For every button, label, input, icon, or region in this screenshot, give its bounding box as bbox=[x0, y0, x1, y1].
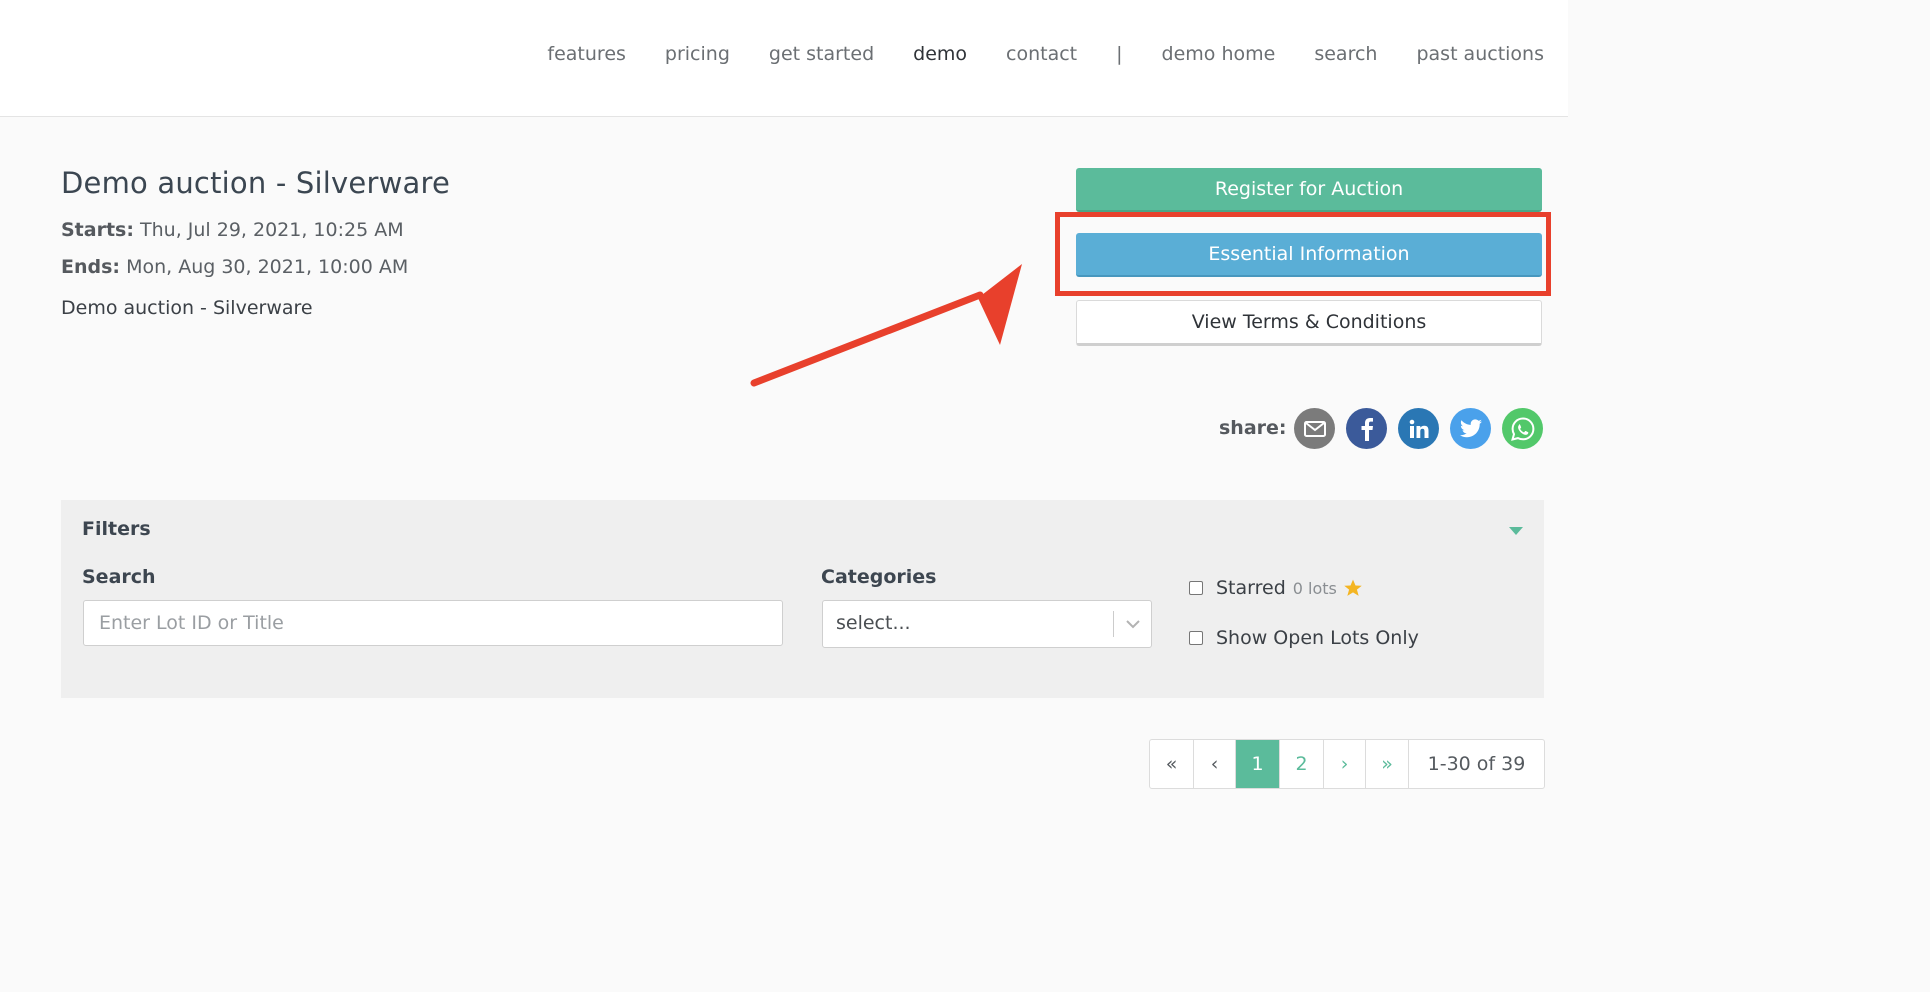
select-divider bbox=[1113, 611, 1114, 637]
ends-label: Ends: bbox=[61, 256, 121, 278]
whatsapp-icon[interactable] bbox=[1502, 408, 1543, 449]
linkedin-icon[interactable] bbox=[1398, 408, 1439, 449]
page-prev-button[interactable]: ‹ bbox=[1194, 740, 1236, 788]
starred-checkbox[interactable] bbox=[1189, 581, 1203, 595]
email-icon[interactable] bbox=[1294, 408, 1335, 449]
page-1-button[interactable]: 1 bbox=[1236, 740, 1280, 788]
nav-demo[interactable]: demo bbox=[913, 40, 967, 68]
essential-information-button[interactable]: Essential Information bbox=[1076, 233, 1542, 277]
starred-filter: Starred 0 lots bbox=[1189, 577, 1363, 599]
auction-description: Demo auction - Silverware bbox=[61, 297, 313, 319]
auction-title: Demo auction - Silverware bbox=[61, 166, 450, 200]
filters-panel: Filters Search Categories select... Star… bbox=[61, 500, 1544, 698]
nav-past-auctions[interactable]: past auctions bbox=[1416, 40, 1544, 68]
view-terms-button[interactable]: View Terms & Conditions bbox=[1076, 300, 1542, 346]
filters-title: Filters bbox=[82, 518, 151, 540]
auction-end-date: Ends: Mon, Aug 30, 2021, 10:00 AM bbox=[61, 256, 408, 278]
facebook-icon[interactable] bbox=[1346, 408, 1387, 449]
page-2-button[interactable]: 2 bbox=[1280, 740, 1324, 788]
nav-get-started[interactable]: get started bbox=[769, 40, 874, 68]
nav-demo-home[interactable]: demo home bbox=[1162, 40, 1276, 68]
starts-value: Thu, Jul 29, 2021, 10:25 AM bbox=[140, 219, 404, 241]
categories-select[interactable]: select... bbox=[822, 600, 1152, 648]
page-first-button[interactable]: « bbox=[1150, 740, 1194, 788]
search-input[interactable] bbox=[83, 600, 783, 646]
top-navbar: features pricing get started demo contac… bbox=[0, 0, 1568, 117]
starts-label: Starts: bbox=[61, 219, 134, 241]
page-next-button[interactable]: › bbox=[1324, 740, 1366, 788]
nav-contact[interactable]: contact bbox=[1006, 40, 1077, 68]
nav-separator: | bbox=[1116, 43, 1123, 65]
pagination: « ‹ 1 2 › » 1-30 of 39 bbox=[1149, 739, 1545, 789]
open-lots-label: Show Open Lots Only bbox=[1216, 627, 1419, 649]
star-icon bbox=[1344, 579, 1362, 596]
nav-search[interactable]: search bbox=[1314, 40, 1377, 68]
collapse-caret-icon[interactable] bbox=[1509, 527, 1523, 535]
twitter-icon[interactable] bbox=[1450, 408, 1491, 449]
nav-features[interactable]: features bbox=[547, 40, 626, 68]
search-label: Search bbox=[82, 566, 156, 588]
categories-label: Categories bbox=[821, 566, 937, 588]
main-nav: features pricing get started demo contac… bbox=[508, 40, 1544, 68]
register-button[interactable]: Register for Auction bbox=[1076, 168, 1542, 212]
chevron-down-icon bbox=[1126, 620, 1140, 629]
annotation-arrow bbox=[750, 264, 1022, 387]
open-lots-filter: Show Open Lots Only bbox=[1189, 627, 1419, 649]
nav-pricing[interactable]: pricing bbox=[665, 40, 730, 68]
ends-value: Mon, Aug 30, 2021, 10:00 AM bbox=[126, 256, 409, 278]
share-label: share: bbox=[1219, 417, 1287, 439]
auction-start-date: Starts: Thu, Jul 29, 2021, 10:25 AM bbox=[61, 219, 404, 241]
open-lots-checkbox[interactable] bbox=[1189, 631, 1203, 645]
categories-selected-value: select... bbox=[836, 612, 911, 634]
page-last-button[interactable]: » bbox=[1366, 740, 1409, 788]
page-range-info: 1-30 of 39 bbox=[1427, 753, 1526, 775]
starred-count: 0 lots bbox=[1292, 578, 1337, 598]
starred-label: Starred bbox=[1216, 577, 1286, 599]
